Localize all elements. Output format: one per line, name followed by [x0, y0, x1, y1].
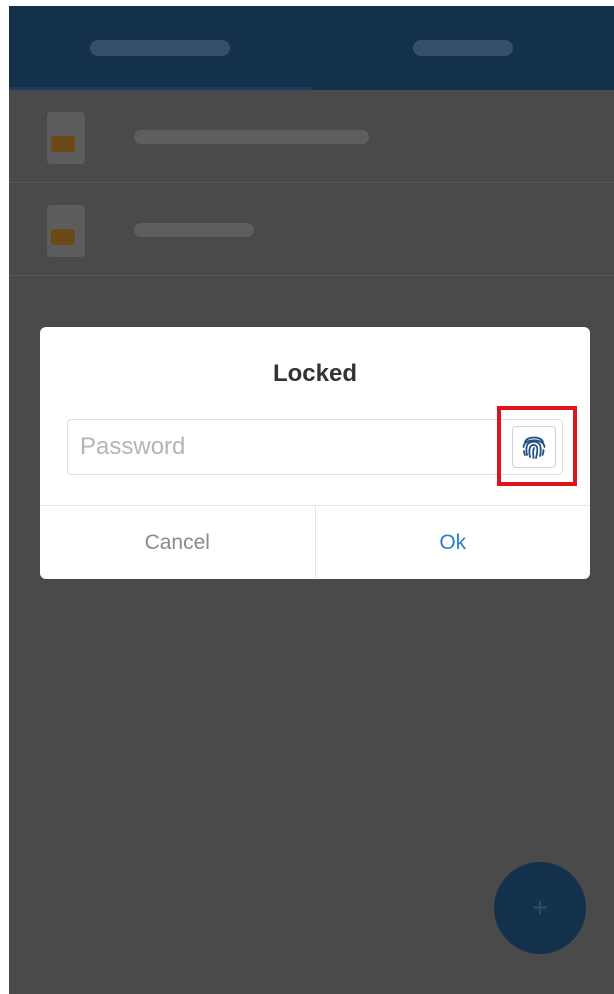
password-input[interactable] — [68, 420, 512, 474]
add-button[interactable]: + — [494, 862, 586, 954]
tab-bar — [9, 6, 614, 90]
fingerprint-button[interactable] — [512, 426, 556, 468]
dialog-actions: Cancel Ok — [40, 505, 590, 579]
tab-left-label-blurred — [90, 40, 231, 56]
password-field — [67, 419, 563, 475]
file-icon — [47, 112, 85, 164]
dialog-title: Locked — [272, 360, 358, 387]
list-item[interactable] — [9, 183, 614, 276]
tab-right-label-blurred — [412, 40, 513, 56]
cancel-button[interactable]: Cancel — [40, 506, 316, 579]
list-item[interactable] — [9, 90, 614, 183]
list-item-label-blurred — [134, 130, 369, 144]
ok-button[interactable]: Ok — [316, 506, 591, 579]
app-screen: + Locked Cancel Ok — [9, 6, 614, 994]
file-icon — [47, 205, 85, 257]
add-icon: + — [531, 892, 549, 923]
tab-right[interactable] — [312, 6, 614, 90]
list-item-label-blurred — [134, 223, 254, 237]
fingerprint-icon — [522, 436, 546, 459]
tab-left[interactable] — [9, 6, 312, 90]
locked-dialog: Locked Cancel Ok — [40, 327, 590, 579]
